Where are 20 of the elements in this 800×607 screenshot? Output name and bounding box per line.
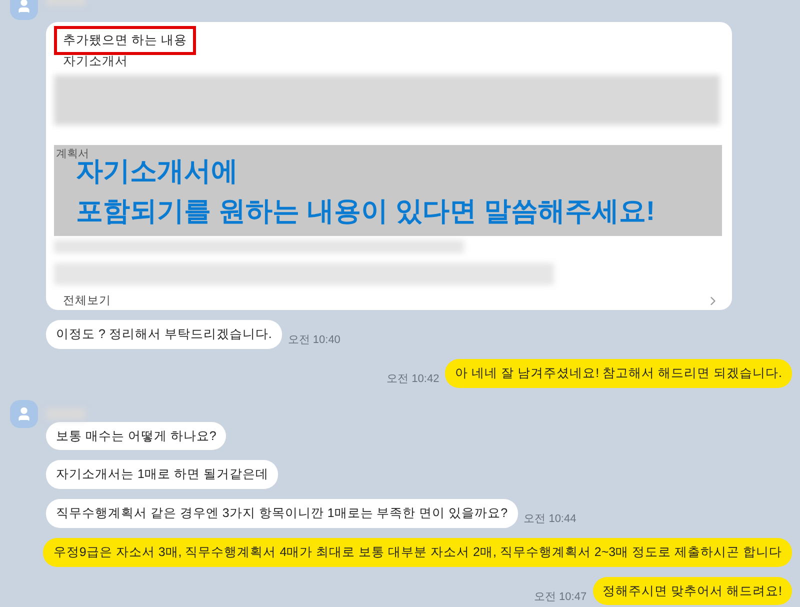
card-header: 추가됐으면 하는 내용 [54,26,196,55]
message-bubble: 직무수행계획서 같은 경우엔 3가지 항목이니깐 1매로는 부족한 면이 있을까요? [46,499,518,528]
message-bubble: 이정도 ? 정리해서 부탁드리겠습니다. [46,320,282,349]
timestamp: 오전 10:40 [288,333,340,348]
section-label: 계획서 [56,147,89,160]
message-bubble: 우정9급은 자소서 3매, 직무수행계획서 4매가 최대로 보통 대부분 자소서 2매, 직무수행계획서 2~3매 정도로 제출하시곤 합니다 [43,538,792,566]
person-icon [16,406,32,422]
timestamp: 오전 10:44 [524,512,576,528]
message-bubble: 자기소개서는 1매로 하면 될거같은데 [46,460,278,489]
timestamp: 오전 10:42 [386,372,440,387]
timestamp: 오전 10:47 [534,590,587,605]
message-bubble: 보통 매수는 어떻게 하나요? [46,422,226,450]
avatar[interactable] [10,400,38,428]
avatar[interactable] [10,0,38,20]
message-bubble: 아 네네 잘 남겨주셨네요! 참고해서 해드리면 되겠습니다. [445,358,792,388]
person-icon [16,0,32,14]
view-all-link[interactable]: 전체보기 [63,292,111,310]
section-label: 자기소개서 [62,52,129,70]
message-bubble: 정해주시면 맞추어서 해드려요! [592,576,792,606]
annotation-text: 포함되기를 원하는 내용이 있다면 말씀해주세요! [76,195,656,228]
